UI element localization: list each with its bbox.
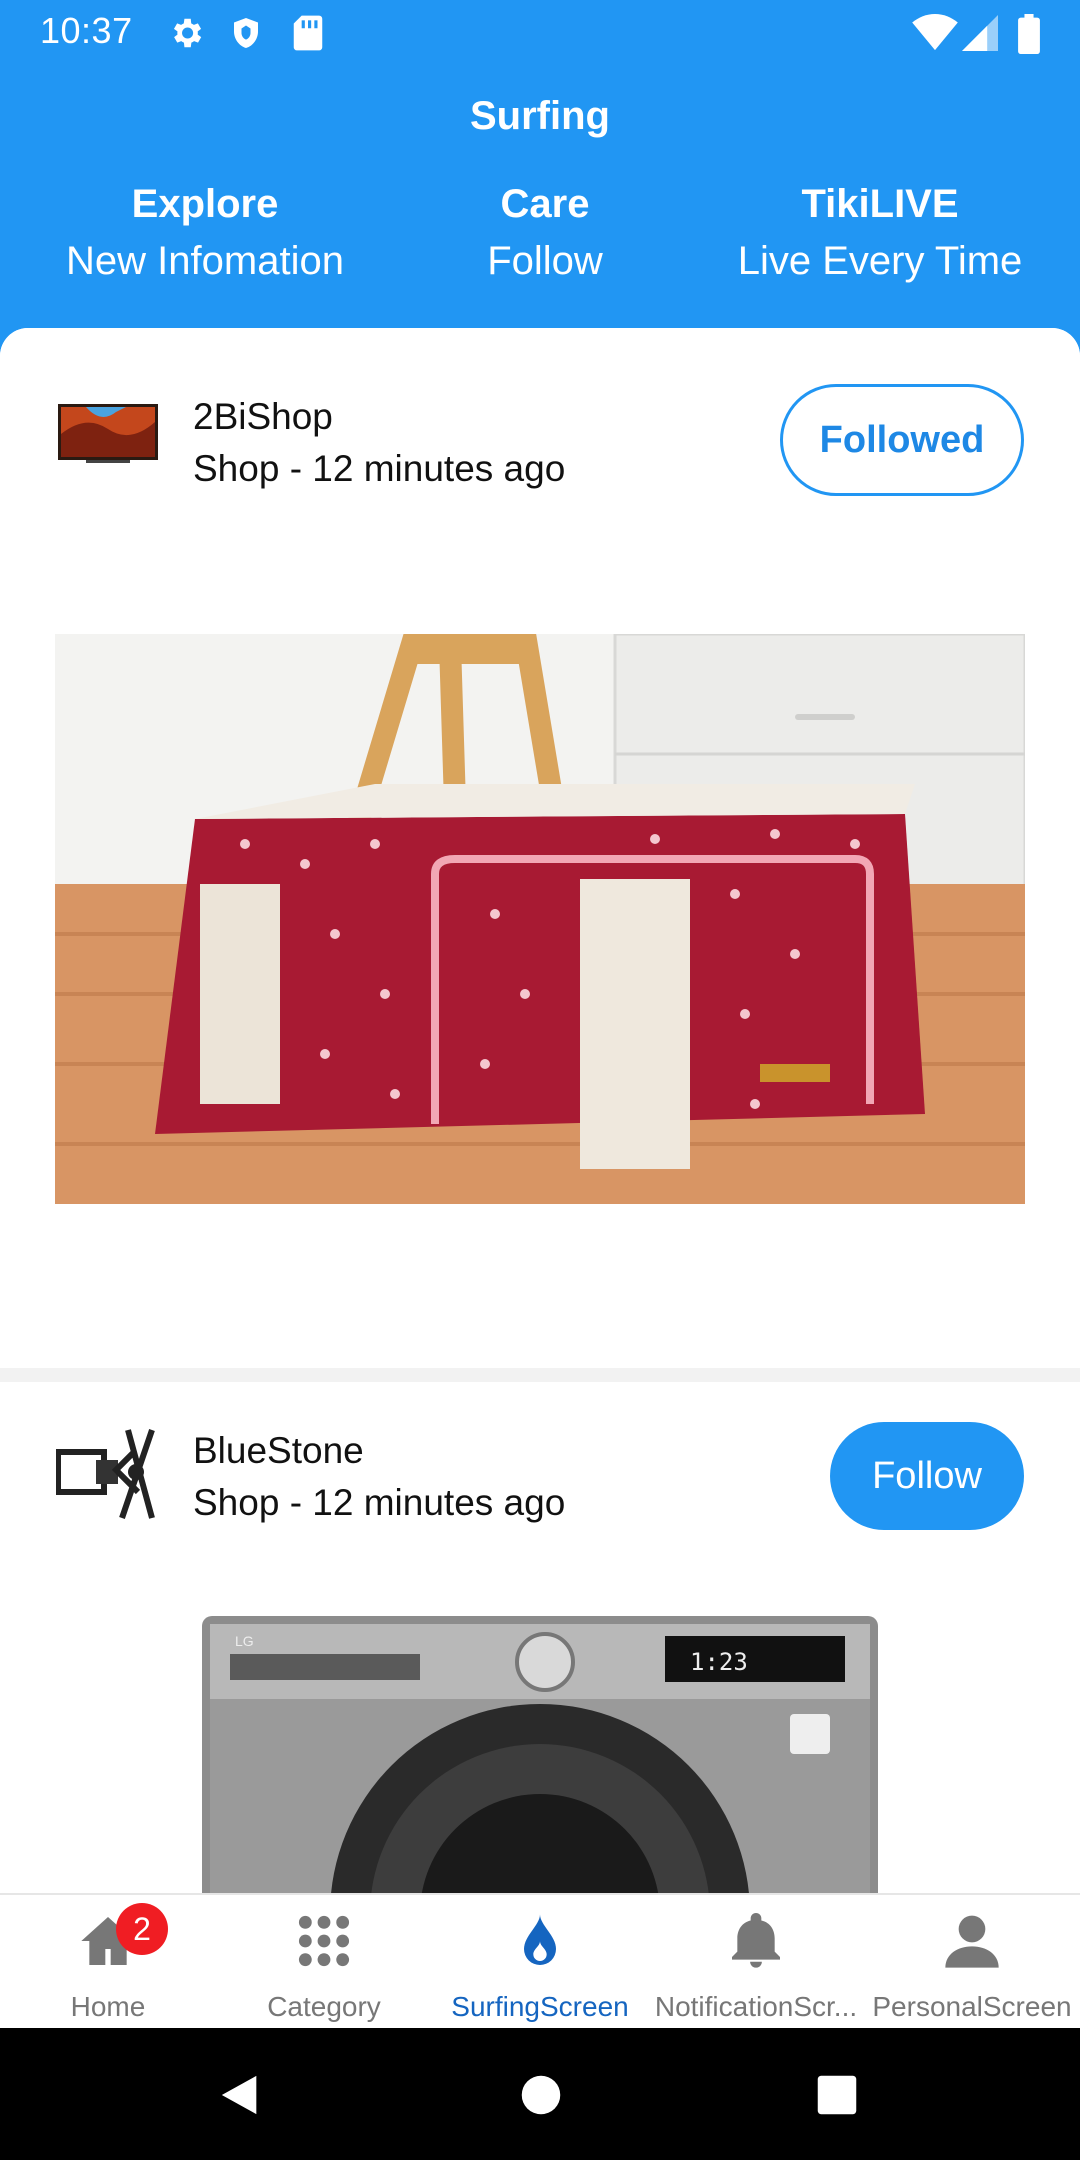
nav-personal[interactable]: PersonalScreen [864, 1895, 1080, 2030]
tab-care-title: Care [500, 182, 590, 226]
top-tabs: Explore New Infomation Care Follow TikiL… [0, 176, 1080, 286]
home-circle-icon[interactable] [520, 2074, 562, 2116]
tab-care[interactable]: Care Follow [430, 176, 660, 290]
nav-label-personal: PersonalScreen [872, 1991, 1072, 2022]
product-image[interactable]: 1:23 LG [200, 1614, 880, 1894]
post-meta: Shop - 12 minutes ago [193, 1482, 566, 1523]
page-title: Surfing [470, 94, 610, 138]
followed-button[interactable]: Followed [780, 384, 1024, 496]
nav-notification[interactable]: NotificationScr... [648, 1895, 864, 2030]
battery-icon [1018, 14, 1040, 54]
post-meta: Shop - 12 minutes ago [193, 448, 566, 489]
gear-icon [173, 18, 202, 48]
wifi-icon [912, 14, 958, 51]
post-card: 2BiShop Shop - 12 minutes ago Followed [0, 328, 1080, 1368]
bell-icon [732, 1913, 780, 1968]
person-icon [945, 1915, 999, 1968]
grid-dots-icon [298, 1915, 350, 1967]
tab-explore-title: Explore [131, 182, 279, 226]
sd-card-icon [293, 15, 323, 51]
notification-badge: 2 [116, 1903, 168, 1955]
status-time: 10:37 [40, 10, 133, 51]
shop-avatar [58, 404, 158, 463]
shop-name[interactable]: 2BiShop [193, 396, 333, 438]
status-bar: 10:37 [0, 0, 1080, 66]
shop-name[interactable]: BlueStone [193, 1430, 364, 1472]
nav-home[interactable]: 2 Home [0, 1895, 216, 2030]
nav-surfing[interactable]: SurfingScreen [432, 1895, 648, 2030]
post-divider [0, 1368, 1080, 1382]
tab-care-subtitle: Follow [487, 239, 603, 283]
feed[interactable]: 2BiShop Shop - 12 minutes ago Followed B… [0, 328, 1080, 1894]
nav-label-notification: NotificationScr... [654, 1991, 858, 2022]
tab-explore-subtitle: New Infomation [66, 239, 344, 283]
svg-text:1:23: 1:23 [690, 1648, 748, 1676]
recents-icon[interactable] [816, 2074, 858, 2116]
system-navigation-bar [0, 2028, 1080, 2160]
tab-tikilive-title: TikiLIVE [801, 182, 959, 226]
bottom-nav: 2 Home Category SurfingScreen Notificati… [0, 1893, 1080, 2028]
tab-explore[interactable]: Explore New Infomation [40, 176, 370, 290]
tab-tikilive[interactable]: TikiLIVE Live Every Time [720, 176, 1040, 290]
follow-button[interactable]: Follow [830, 1422, 1024, 1530]
back-icon[interactable] [218, 2072, 264, 2118]
shield-icon [234, 18, 258, 48]
svg-text:LG: LG [235, 1633, 254, 1649]
post-card: BlueStone Shop - 12 minutes ago Follow 1… [0, 1382, 1080, 1894]
nav-label-home: Home [70, 1991, 146, 2022]
cell-signal-icon [962, 15, 998, 51]
nav-category[interactable]: Category [216, 1895, 432, 2030]
tab-tikilive-subtitle: Live Every Time [737, 239, 1023, 283]
flame-drop-icon [524, 1914, 556, 1965]
nav-label-category: Category [267, 1991, 381, 2022]
product-image[interactable] [55, 634, 1025, 1204]
shop-avatar [56, 1429, 155, 1519]
nav-label-surfing: SurfingScreen [451, 1991, 629, 2022]
